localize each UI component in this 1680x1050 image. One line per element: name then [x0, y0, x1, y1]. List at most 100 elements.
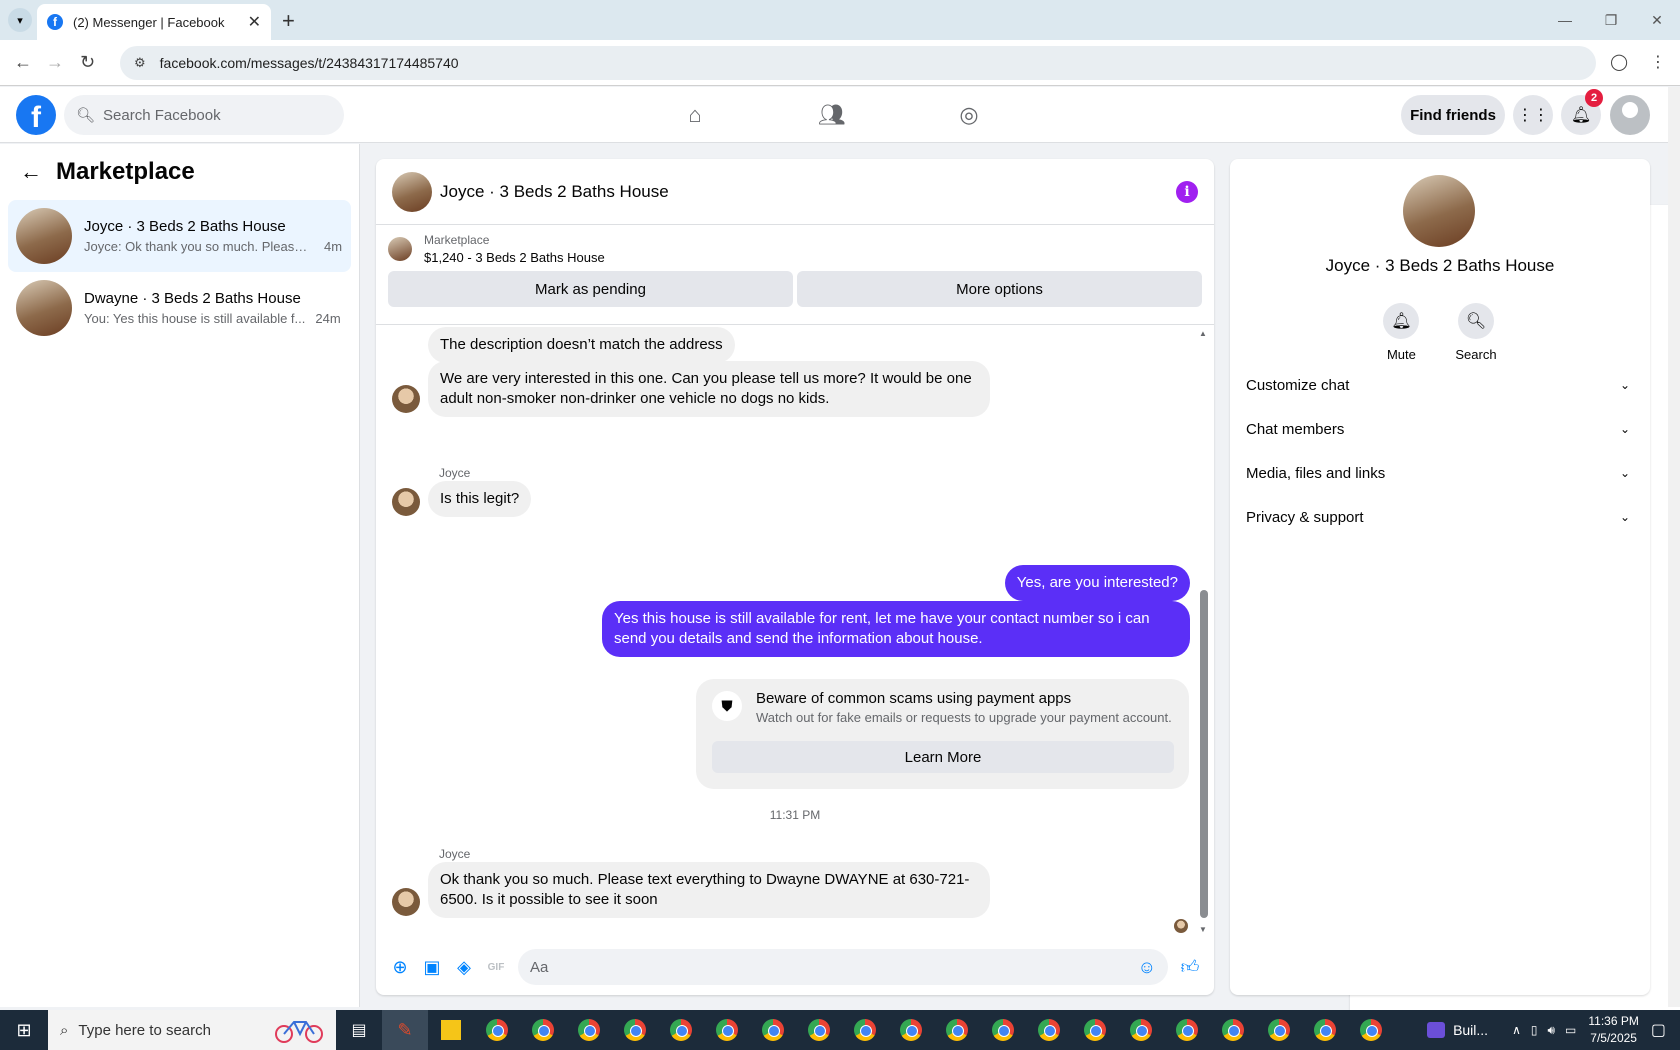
- taskbar-app-icon[interactable]: ✎: [382, 1010, 428, 1050]
- page-scrollbar[interactable]: [1668, 87, 1680, 1007]
- message-bubble: Is this legit?: [428, 481, 532, 517]
- chrome-icon[interactable]: [520, 1010, 566, 1050]
- chrome-icon[interactable]: [980, 1010, 1026, 1050]
- chrome-icon[interactable]: [1348, 1010, 1394, 1050]
- chrome-icon[interactable]: [566, 1010, 612, 1050]
- site-info-icon[interactable]: ⚙: [134, 55, 146, 71]
- gif-icon[interactable]: GIF: [480, 951, 512, 983]
- close-tab-icon[interactable]: ✕: [248, 12, 261, 32]
- chrome-icon[interactable]: [842, 1010, 888, 1050]
- chrome-icon[interactable]: [1302, 1010, 1348, 1050]
- thumbs-up-icon[interactable]: 👍︎: [1174, 951, 1206, 983]
- tab-search-button[interactable]: ▾: [8, 8, 32, 32]
- info-icon[interactable]: i: [1176, 180, 1198, 203]
- new-tab-button[interactable]: +: [282, 8, 295, 34]
- forward-arrow-icon[interactable]: →: [46, 52, 64, 73]
- chrome-icon[interactable]: [1118, 1010, 1164, 1050]
- chrome-icon[interactable]: [1164, 1010, 1210, 1050]
- chrome-icon[interactable]: [796, 1010, 842, 1050]
- search-icon: 🔍︎: [76, 107, 96, 124]
- mark-as-pending-button[interactable]: Mark as pending: [388, 271, 793, 307]
- notifications-icon[interactable]: ▢: [1651, 1020, 1666, 1040]
- sender-avatar[interactable]: [392, 888, 420, 916]
- groups-icon[interactable]: ◎: [949, 95, 989, 135]
- sender-avatar[interactable]: [392, 488, 420, 516]
- scrollbar-thumb[interactable]: [1200, 590, 1208, 918]
- sender-avatar[interactable]: [392, 385, 420, 413]
- shield-icon: ⛊: [712, 691, 742, 721]
- mute-button[interactable]: 🔔︎ Mute: [1383, 303, 1420, 362]
- chrome-icon[interactable]: [658, 1010, 704, 1050]
- reload-icon[interactable]: ↻: [80, 52, 95, 73]
- sticker-icon[interactable]: ◈: [448, 951, 480, 983]
- account-avatar[interactable]: [1610, 95, 1650, 135]
- url-text: facebook.com/messages/t/2438431717448574…: [159, 55, 459, 71]
- listing-thumbnail: [16, 208, 72, 264]
- taskbar-app-label[interactable]: Buil...: [1453, 1022, 1488, 1038]
- conversation-item-joyce[interactable]: Joyce · 3 Beds 2 Baths House Joyce: Ok t…: [8, 200, 351, 272]
- tab-title: (2) Messenger | Facebook: [73, 14, 225, 30]
- device-icon[interactable]: ▯: [1531, 1023, 1538, 1037]
- learn-more-button[interactable]: Learn More: [712, 741, 1174, 773]
- taskbar-search-input[interactable]: ⌕ Type here to search: [48, 1010, 336, 1050]
- task-view-icon[interactable]: ▤: [336, 1010, 382, 1050]
- back-arrow-icon[interactable]: ←: [14, 52, 32, 73]
- scroll-down-icon[interactable]: ▼: [1199, 925, 1207, 934]
- windows-start-icon[interactable]: ⊞: [0, 1010, 48, 1050]
- chrome-icon[interactable]: [704, 1010, 750, 1050]
- volume-icon[interactable]: 🔊︎: [1547, 1023, 1555, 1038]
- menu-grid-icon[interactable]: ⋮⋮: [1513, 95, 1553, 135]
- details-avatar[interactable]: [1403, 175, 1475, 247]
- restore-window-button[interactable]: ❐: [1588, 0, 1634, 40]
- facebook-search-input[interactable]: 🔍︎ Search Facebook: [64, 95, 344, 135]
- close-window-button[interactable]: ✕: [1634, 0, 1680, 40]
- friends-icon[interactable]: 👥︎: [812, 95, 852, 135]
- conversation-item-dwayne[interactable]: Dwayne · 3 Beds 2 Baths House You: Yes t…: [8, 272, 351, 344]
- chat-title[interactable]: Joyce · 3 Beds 2 Baths House: [440, 182, 1176, 202]
- profile-icon[interactable]: ◯: [1610, 52, 1628, 72]
- sticky-notes-icon[interactable]: [428, 1010, 474, 1050]
- chat-scrollbar[interactable]: ▲ ▼: [1199, 325, 1208, 938]
- search-icon: 🔍︎: [1457, 303, 1494, 339]
- listing-thumbnail: [16, 280, 72, 336]
- chrome-icon[interactable]: [1026, 1010, 1072, 1050]
- conversation-preview: You: Yes this house is still available f…: [84, 311, 306, 326]
- chrome-icon[interactable]: [1210, 1010, 1256, 1050]
- chrome-icon[interactable]: [888, 1010, 934, 1050]
- facebook-logo-icon[interactable]: f: [16, 95, 56, 135]
- more-options-button[interactable]: More options: [797, 271, 1202, 307]
- message-bubble: We are very interested in this one. Can …: [428, 361, 990, 417]
- find-friends-button[interactable]: Find friends: [1401, 95, 1505, 135]
- system-clock[interactable]: 11:36 PM 7/5/2025: [1588, 1013, 1638, 1047]
- chat-avatar[interactable]: [392, 171, 432, 212]
- minimize-window-button[interactable]: —: [1542, 0, 1588, 40]
- address-bar[interactable]: ⚙ facebook.com/messages/t/24384317174485…: [120, 46, 1680, 1041]
- browser-tab-messenger[interactable]: f (2) Messenger | Facebook ✕: [37, 4, 271, 40]
- show-hidden-icons[interactable]: ∧: [1512, 1023, 1521, 1037]
- chrome-icon[interactable]: [474, 1010, 520, 1050]
- section-privacy-support[interactable]: Privacy & support ⌄: [1246, 495, 1634, 539]
- section-customize-chat[interactable]: Customize chat ⌄: [1246, 363, 1634, 407]
- browser-menu-icon[interactable]: ⋮: [1650, 52, 1666, 72]
- photo-icon[interactable]: ▣: [416, 951, 448, 983]
- video-app-icon[interactable]: [1427, 1022, 1446, 1038]
- chrome-icon[interactable]: [1072, 1010, 1118, 1050]
- search-in-chat-button[interactable]: 🔍︎ Search: [1455, 303, 1497, 362]
- chrome-icon[interactable]: [750, 1010, 796, 1050]
- message-input[interactable]: Aa ☺: [518, 949, 1168, 985]
- plus-circle-icon[interactable]: ⊕: [384, 951, 416, 983]
- section-chat-members[interactable]: Chat members ⌄: [1246, 407, 1634, 451]
- chrome-icon[interactable]: [934, 1010, 980, 1050]
- chrome-icon[interactable]: [1256, 1010, 1302, 1050]
- back-arrow-icon[interactable]: ←: [20, 159, 42, 185]
- emoji-icon[interactable]: ☺: [1138, 957, 1156, 978]
- chrome-icon[interactable]: [612, 1010, 658, 1050]
- listing-thumbnail[interactable]: [388, 237, 412, 261]
- scroll-up-icon[interactable]: ▲: [1199, 329, 1207, 338]
- scam-warning-card: ⛊ Beware of common scams using payment a…: [696, 679, 1189, 789]
- network-icon[interactable]: ▭: [1565, 1023, 1576, 1037]
- section-media-files-links[interactable]: Media, files and links ⌄: [1246, 451, 1634, 495]
- home-icon[interactable]: ⌂: [675, 95, 715, 135]
- chevron-down-icon: ⌄: [1619, 378, 1630, 392]
- listing-title[interactable]: $1,240 - 3 Beds 2 Baths House: [424, 250, 605, 265]
